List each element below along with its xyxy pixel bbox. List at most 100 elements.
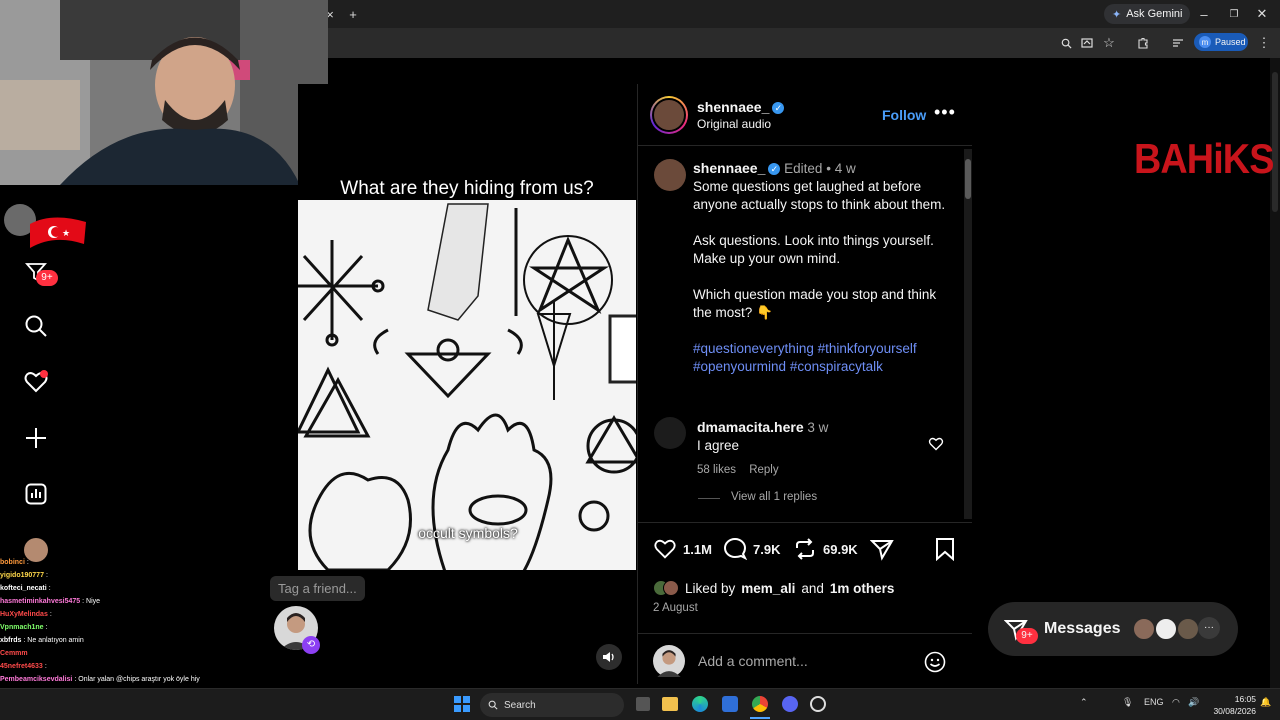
edge-icon[interactable] bbox=[692, 696, 708, 712]
my-avatar bbox=[653, 645, 685, 677]
task-view-icon[interactable] bbox=[636, 697, 650, 711]
svg-text:★: ★ bbox=[62, 228, 70, 238]
chat-message: hasmetiminkahvesi5475: Niye bbox=[0, 595, 200, 608]
more-options-icon[interactable]: ••• bbox=[934, 102, 956, 123]
chat-username: HuXyMelindas bbox=[0, 611, 48, 618]
flag-overlay: ★ bbox=[2, 198, 88, 262]
chat-text: : bbox=[48, 585, 51, 592]
author-username[interactable]: shennaee_ bbox=[697, 99, 769, 115]
tray-chevron-icon[interactable]: ⌃ bbox=[1080, 697, 1088, 708]
chat-message: HuXyMelindas: bbox=[0, 608, 200, 621]
comments-scrollbar[interactable] bbox=[964, 149, 972, 519]
author-info: shennaee_ ✓ Original audio bbox=[697, 99, 785, 131]
new-tab-button[interactable]: + bbox=[344, 0, 362, 28]
chat-message: Cemmm bbox=[0, 647, 200, 660]
chat-message: xbfrds: Ne anlatıyon amin bbox=[0, 634, 200, 647]
comment-likes[interactable]: 58 likes bbox=[697, 464, 736, 476]
comment-text: I agree bbox=[697, 438, 740, 453]
comment-input[interactable]: Add a comment... bbox=[698, 653, 808, 669]
chat-text: : bbox=[26, 559, 29, 566]
chrome-icon[interactable] bbox=[752, 696, 768, 712]
notification-bell-icon[interactable]: 🔔 bbox=[1260, 697, 1271, 708]
chat-message: yigido190777: bbox=[0, 569, 200, 582]
ask-gemini-button[interactable]: ✦ Ask Gemini bbox=[1104, 4, 1191, 24]
comments-section[interactable]: shennaee_ ✓ Edited • 4 w Some questions g… bbox=[638, 147, 972, 521]
repost-button[interactable]: 69.9K bbox=[793, 537, 858, 561]
reply-button[interactable]: Reply bbox=[749, 464, 778, 476]
reel-video[interactable]: What are they hiding from us? occult sym… bbox=[270, 84, 636, 684]
file-explorer-icon[interactable] bbox=[662, 697, 678, 711]
like-button[interactable]: 1.1M bbox=[653, 537, 712, 561]
caption-username[interactable]: shennaee_ bbox=[693, 160, 765, 176]
discord-icon[interactable] bbox=[782, 696, 798, 712]
liked-by-and: and bbox=[801, 580, 824, 596]
windows-start-icon[interactable] bbox=[454, 696, 470, 717]
chat-message: 45nefret4633: bbox=[0, 660, 200, 673]
share-button[interactable] bbox=[870, 537, 894, 561]
hashtag-link[interactable]: #conspiracytalk bbox=[790, 359, 883, 374]
chat-username: Cemmm bbox=[0, 650, 28, 657]
hashtag-link[interactable]: #openyourmind bbox=[693, 359, 786, 374]
taskbar-search-icon bbox=[488, 700, 498, 710]
microphone-icon[interactable]: 🎙 bbox=[1122, 697, 1133, 708]
store-icon[interactable] bbox=[722, 696, 738, 712]
taskbar-search-label: Search bbox=[504, 699, 536, 711]
profile-paused-button[interactable]: m Paused bbox=[1194, 33, 1248, 51]
chat-message: bobinci: bbox=[0, 556, 200, 569]
volume-icon[interactable]: 🔊 bbox=[1188, 697, 1199, 708]
hashtag-link[interactable]: #questioneverything bbox=[693, 341, 814, 356]
chat-message: koftеci_necati: bbox=[0, 582, 200, 595]
replies-divider bbox=[698, 498, 720, 499]
comment-like-icon[interactable] bbox=[928, 436, 944, 457]
hashtag-link[interactable]: #thinkforyourself bbox=[818, 341, 917, 356]
ask-gemini-label: Ask Gemini bbox=[1126, 8, 1183, 20]
commenter-avatar[interactable] bbox=[654, 417, 686, 449]
liked-by-avatars[interactable] bbox=[653, 580, 679, 596]
audio-label[interactable]: Original audio bbox=[697, 117, 784, 131]
minimize-icon[interactable]: – bbox=[1196, 0, 1212, 28]
view-replies-button[interactable]: View all 1 replies bbox=[731, 491, 817, 503]
share-send-icon bbox=[870, 540, 894, 561]
caption-author-avatar[interactable] bbox=[654, 159, 686, 191]
follow-button[interactable]: Follow bbox=[882, 107, 926, 123]
chat-username: yigido190777 bbox=[0, 572, 44, 579]
taskbar-clock[interactable]: 16:05 30/08/2026 bbox=[1208, 693, 1256, 717]
comment-button[interactable]: 7.9K bbox=[723, 537, 780, 561]
liked-by-user[interactable]: mem_ali bbox=[741, 581, 795, 596]
post-details-panel: shennaee_ ✓ Original audio Follow ••• she… bbox=[637, 84, 972, 684]
save-button[interactable] bbox=[934, 537, 956, 561]
chat-username: xbfrds bbox=[0, 637, 22, 644]
emoji-icon[interactable] bbox=[924, 651, 946, 678]
caption-paragraph-2: Ask questions. Look into things yourself… bbox=[693, 233, 934, 266]
mute-button[interactable] bbox=[596, 644, 622, 670]
chat-message: Pembeamciksevdalisi: Onlar yalan @chips … bbox=[0, 673, 200, 686]
commenter-username[interactable]: dmamacita.here bbox=[697, 419, 804, 435]
app-icon[interactable] bbox=[810, 696, 826, 712]
restore-icon[interactable]: ❐ bbox=[1226, 0, 1242, 28]
dashboard-icon[interactable] bbox=[22, 480, 50, 508]
video-caption-bottom: occult symbols? bbox=[418, 525, 518, 541]
notification-badge: 9+ bbox=[36, 270, 58, 286]
comment-bubble-icon bbox=[724, 538, 747, 561]
liked-by-others[interactable]: 1m others bbox=[830, 581, 895, 596]
language-indicator[interactable]: ENG bbox=[1144, 697, 1164, 707]
bookmark-star-icon[interactable]: ☆ bbox=[1101, 28, 1117, 58]
messages-button[interactable]: 9+ Messages ··· bbox=[988, 602, 1238, 656]
reading-list-icon[interactable] bbox=[1170, 28, 1186, 58]
extensions-icon[interactable] bbox=[1135, 28, 1151, 58]
wifi-icon[interactable]: ◠ bbox=[1172, 697, 1180, 708]
browser-menu-icon[interactable]: ⋮ bbox=[1256, 28, 1272, 58]
notifications-heart-icon[interactable] bbox=[22, 368, 50, 396]
close-window-icon[interactable]: ✕ bbox=[1254, 0, 1270, 28]
taskbar-search[interactable]: Search bbox=[480, 693, 624, 717]
messages-badge: 9+ bbox=[1016, 628, 1038, 644]
search-icon[interactable] bbox=[22, 312, 50, 340]
author-avatar[interactable] bbox=[650, 96, 688, 134]
tag-friend-input[interactable]: Tag a friend... bbox=[270, 576, 365, 601]
video-caption-top: What are they hiding from us? bbox=[340, 178, 594, 199]
cast-icon[interactable] bbox=[1079, 28, 1095, 58]
clock-time: 16:05 bbox=[1234, 694, 1256, 704]
zoom-icon[interactable] bbox=[1058, 28, 1074, 58]
create-plus-icon[interactable] bbox=[22, 424, 50, 452]
bookmark-icon bbox=[936, 538, 954, 561]
